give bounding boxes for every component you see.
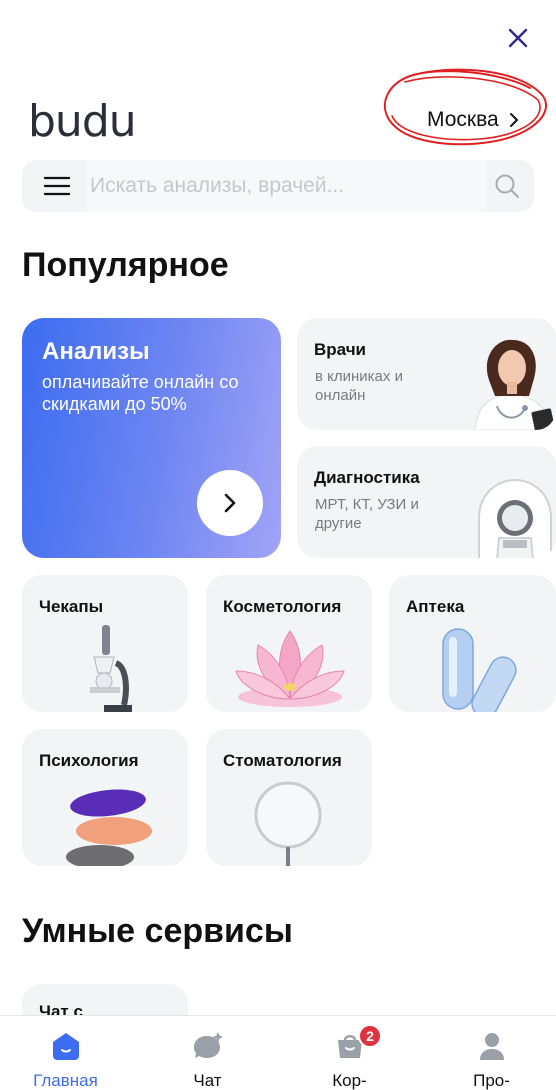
card-analyses[interactable]: Анализы оплачивайте онлайн со скидками д… (22, 318, 281, 558)
card-psychology-title: Психология (39, 751, 139, 770)
ct-scanner-image (478, 478, 552, 558)
bottom-navigation: Главная Чат 2 Кор- Про- (0, 1015, 556, 1090)
card-analyses-title: Анализы (42, 338, 150, 365)
card-checkups[interactable]: Чекапы (22, 575, 188, 712)
doctor-image (474, 339, 555, 430)
card-cosmetology[interactable]: Косметология (206, 575, 372, 712)
dental-mirror-image (254, 781, 322, 866)
annotation-scribble (383, 68, 547, 146)
card-doctors[interactable]: Врачи в клиниках и онлайн (297, 318, 556, 430)
close-button[interactable] (500, 20, 536, 56)
search-input[interactable] (86, 160, 486, 212)
chevron-right-icon (224, 493, 236, 513)
menu-icon[interactable] (44, 176, 70, 196)
card-pharmacy[interactable]: Аптека (389, 575, 556, 712)
lotus-image (235, 630, 345, 707)
search-icon[interactable] (494, 173, 520, 199)
card-doctors-subtitle: в клиниках и онлайн (315, 368, 403, 404)
chevron-right-icon (509, 113, 518, 127)
profile-icon (479, 1033, 504, 1060)
nav-item-cart[interactable]: 2 Кор- (280, 1016, 419, 1090)
card-dentistry-title: Стоматология (223, 751, 342, 770)
nav-label-home: Главная (33, 1071, 98, 1090)
close-icon (508, 28, 528, 48)
nav-label-chat: Чат (193, 1071, 222, 1090)
card-checkups-title: Чекапы (39, 597, 104, 616)
analyses-arrow-button[interactable] (197, 470, 263, 536)
home-icon (52, 1033, 79, 1060)
chat-icon (193, 1032, 223, 1058)
nav-label-profile: Про- (473, 1071, 510, 1090)
section-title-popular: Популярное (22, 246, 229, 284)
cart-badge: 2 (358, 1024, 382, 1048)
card-pharmacy-title: Аптека (406, 597, 465, 616)
card-cosmetology-title: Косметология (223, 597, 342, 616)
nav-item-home[interactable]: Главная (0, 1016, 135, 1090)
app-logo: budu (28, 96, 137, 147)
card-dentistry[interactable]: Стоматология (206, 729, 372, 866)
capsules-image (442, 628, 517, 712)
nav-item-profile[interactable]: Про- (422, 1016, 556, 1090)
card-analyses-subtitle: оплачивайте онлайн со скидками до 50% (42, 372, 239, 414)
city-label: Москва (427, 108, 499, 131)
stones-image (66, 789, 152, 866)
city-selector[interactable]: Москва (427, 108, 519, 132)
card-doctors-title: Врачи (314, 340, 367, 359)
search-bar (22, 160, 534, 212)
card-diagnostics-title: Диагностика (314, 468, 420, 487)
nav-item-chat[interactable]: Чат (138, 1016, 277, 1090)
card-diagnostics[interactable]: Диагностика МРТ, КТ, УЗИ и другие (297, 446, 556, 558)
microscope-image (90, 625, 132, 712)
section-title-smart-services: Умные сервисы (22, 912, 293, 950)
card-psychology[interactable]: Психология (22, 729, 188, 866)
card-diagnostics-subtitle: МРТ, КТ, УЗИ и другие (315, 496, 419, 532)
nav-label-cart: Кор- (332, 1071, 367, 1090)
